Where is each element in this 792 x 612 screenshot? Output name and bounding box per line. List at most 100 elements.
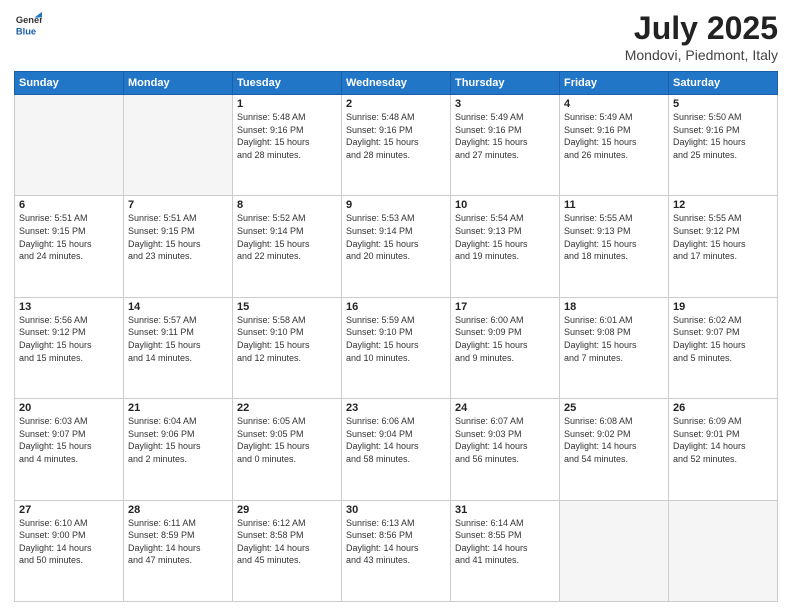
table-cell: 27Sunrise: 6:10 AM Sunset: 9:00 PM Dayli… bbox=[15, 500, 124, 601]
table-cell: 5Sunrise: 5:50 AM Sunset: 9:16 PM Daylig… bbox=[669, 95, 778, 196]
day-number: 3 bbox=[455, 98, 555, 110]
day-info: Sunrise: 6:02 AM Sunset: 9:07 PM Dayligh… bbox=[673, 314, 773, 364]
day-info: Sunrise: 6:13 AM Sunset: 8:56 PM Dayligh… bbox=[346, 517, 446, 567]
day-number: 23 bbox=[346, 402, 446, 414]
day-info: Sunrise: 5:48 AM Sunset: 9:16 PM Dayligh… bbox=[346, 111, 446, 161]
table-cell: 31Sunrise: 6:14 AM Sunset: 8:55 PM Dayli… bbox=[451, 500, 560, 601]
day-number: 19 bbox=[673, 301, 773, 313]
day-info: Sunrise: 6:07 AM Sunset: 9:03 PM Dayligh… bbox=[455, 415, 555, 465]
day-number: 26 bbox=[673, 402, 773, 414]
week-row-4: 20Sunrise: 6:03 AM Sunset: 9:07 PM Dayli… bbox=[15, 399, 778, 500]
day-number: 22 bbox=[237, 402, 337, 414]
day-info: Sunrise: 6:11 AM Sunset: 8:59 PM Dayligh… bbox=[128, 517, 228, 567]
day-info: Sunrise: 6:10 AM Sunset: 9:00 PM Dayligh… bbox=[19, 517, 119, 567]
table-cell: 22Sunrise: 6:05 AM Sunset: 9:05 PM Dayli… bbox=[233, 399, 342, 500]
day-number: 2 bbox=[346, 98, 446, 110]
svg-text:Blue: Blue bbox=[16, 26, 36, 36]
table-cell: 12Sunrise: 5:55 AM Sunset: 9:12 PM Dayli… bbox=[669, 196, 778, 297]
header-sunday: Sunday bbox=[15, 72, 124, 95]
table-cell bbox=[560, 500, 669, 601]
calendar-location: Mondovi, Piedmont, Italy bbox=[625, 47, 778, 63]
title-block: July 2025 Mondovi, Piedmont, Italy bbox=[625, 10, 778, 63]
table-cell: 14Sunrise: 5:57 AM Sunset: 9:11 PM Dayli… bbox=[124, 297, 233, 398]
day-info: Sunrise: 5:55 AM Sunset: 9:13 PM Dayligh… bbox=[564, 212, 664, 262]
page-header: General Blue July 2025 Mondovi, Piedmont… bbox=[14, 10, 778, 63]
table-cell: 28Sunrise: 6:11 AM Sunset: 8:59 PM Dayli… bbox=[124, 500, 233, 601]
day-info: Sunrise: 5:51 AM Sunset: 9:15 PM Dayligh… bbox=[19, 212, 119, 262]
week-row-2: 6Sunrise: 5:51 AM Sunset: 9:15 PM Daylig… bbox=[15, 196, 778, 297]
table-cell: 23Sunrise: 6:06 AM Sunset: 9:04 PM Dayli… bbox=[342, 399, 451, 500]
table-cell: 29Sunrise: 6:12 AM Sunset: 8:58 PM Dayli… bbox=[233, 500, 342, 601]
day-info: Sunrise: 6:14 AM Sunset: 8:55 PM Dayligh… bbox=[455, 517, 555, 567]
day-number: 6 bbox=[19, 199, 119, 211]
day-number: 27 bbox=[19, 504, 119, 516]
table-cell: 25Sunrise: 6:08 AM Sunset: 9:02 PM Dayli… bbox=[560, 399, 669, 500]
header-friday: Friday bbox=[560, 72, 669, 95]
day-number: 28 bbox=[128, 504, 228, 516]
day-number: 20 bbox=[19, 402, 119, 414]
day-number: 1 bbox=[237, 98, 337, 110]
table-cell: 17Sunrise: 6:00 AM Sunset: 9:09 PM Dayli… bbox=[451, 297, 560, 398]
day-info: Sunrise: 6:06 AM Sunset: 9:04 PM Dayligh… bbox=[346, 415, 446, 465]
day-info: Sunrise: 5:59 AM Sunset: 9:10 PM Dayligh… bbox=[346, 314, 446, 364]
day-info: Sunrise: 5:52 AM Sunset: 9:14 PM Dayligh… bbox=[237, 212, 337, 262]
table-cell bbox=[124, 95, 233, 196]
day-number: 8 bbox=[237, 199, 337, 211]
day-number: 4 bbox=[564, 98, 664, 110]
table-cell: 21Sunrise: 6:04 AM Sunset: 9:06 PM Dayli… bbox=[124, 399, 233, 500]
day-info: Sunrise: 5:56 AM Sunset: 9:12 PM Dayligh… bbox=[19, 314, 119, 364]
header-saturday: Saturday bbox=[669, 72, 778, 95]
day-info: Sunrise: 6:09 AM Sunset: 9:01 PM Dayligh… bbox=[673, 415, 773, 465]
day-info: Sunrise: 5:51 AM Sunset: 9:15 PM Dayligh… bbox=[128, 212, 228, 262]
day-info: Sunrise: 6:05 AM Sunset: 9:05 PM Dayligh… bbox=[237, 415, 337, 465]
day-info: Sunrise: 5:53 AM Sunset: 9:14 PM Dayligh… bbox=[346, 212, 446, 262]
table-cell: 1Sunrise: 5:48 AM Sunset: 9:16 PM Daylig… bbox=[233, 95, 342, 196]
table-cell: 20Sunrise: 6:03 AM Sunset: 9:07 PM Dayli… bbox=[15, 399, 124, 500]
table-cell: 8Sunrise: 5:52 AM Sunset: 9:14 PM Daylig… bbox=[233, 196, 342, 297]
day-number: 18 bbox=[564, 301, 664, 313]
table-cell: 9Sunrise: 5:53 AM Sunset: 9:14 PM Daylig… bbox=[342, 196, 451, 297]
day-number: 9 bbox=[346, 199, 446, 211]
day-number: 17 bbox=[455, 301, 555, 313]
table-cell: 26Sunrise: 6:09 AM Sunset: 9:01 PM Dayli… bbox=[669, 399, 778, 500]
day-number: 11 bbox=[564, 199, 664, 211]
day-number: 30 bbox=[346, 504, 446, 516]
day-info: Sunrise: 5:49 AM Sunset: 9:16 PM Dayligh… bbox=[564, 111, 664, 161]
table-cell: 7Sunrise: 5:51 AM Sunset: 9:15 PM Daylig… bbox=[124, 196, 233, 297]
day-info: Sunrise: 5:55 AM Sunset: 9:12 PM Dayligh… bbox=[673, 212, 773, 262]
day-number: 31 bbox=[455, 504, 555, 516]
table-cell: 30Sunrise: 6:13 AM Sunset: 8:56 PM Dayli… bbox=[342, 500, 451, 601]
table-cell: 10Sunrise: 5:54 AM Sunset: 9:13 PM Dayli… bbox=[451, 196, 560, 297]
day-number: 25 bbox=[564, 402, 664, 414]
week-row-5: 27Sunrise: 6:10 AM Sunset: 9:00 PM Dayli… bbox=[15, 500, 778, 601]
table-cell: 6Sunrise: 5:51 AM Sunset: 9:15 PM Daylig… bbox=[15, 196, 124, 297]
day-number: 29 bbox=[237, 504, 337, 516]
table-cell: 15Sunrise: 5:58 AM Sunset: 9:10 PM Dayli… bbox=[233, 297, 342, 398]
header-thursday: Thursday bbox=[451, 72, 560, 95]
day-info: Sunrise: 6:04 AM Sunset: 9:06 PM Dayligh… bbox=[128, 415, 228, 465]
table-cell: 19Sunrise: 6:02 AM Sunset: 9:07 PM Dayli… bbox=[669, 297, 778, 398]
table-cell: 16Sunrise: 5:59 AM Sunset: 9:10 PM Dayli… bbox=[342, 297, 451, 398]
logo: General Blue bbox=[14, 10, 42, 38]
day-number: 21 bbox=[128, 402, 228, 414]
day-info: Sunrise: 5:49 AM Sunset: 9:16 PM Dayligh… bbox=[455, 111, 555, 161]
table-cell: 2Sunrise: 5:48 AM Sunset: 9:16 PM Daylig… bbox=[342, 95, 451, 196]
table-cell bbox=[669, 500, 778, 601]
day-info: Sunrise: 6:01 AM Sunset: 9:08 PM Dayligh… bbox=[564, 314, 664, 364]
days-header-row: Sunday Monday Tuesday Wednesday Thursday… bbox=[15, 72, 778, 95]
day-number: 5 bbox=[673, 98, 773, 110]
day-info: Sunrise: 6:03 AM Sunset: 9:07 PM Dayligh… bbox=[19, 415, 119, 465]
table-cell: 11Sunrise: 5:55 AM Sunset: 9:13 PM Dayli… bbox=[560, 196, 669, 297]
day-info: Sunrise: 6:08 AM Sunset: 9:02 PM Dayligh… bbox=[564, 415, 664, 465]
table-cell: 24Sunrise: 6:07 AM Sunset: 9:03 PM Dayli… bbox=[451, 399, 560, 500]
table-cell bbox=[15, 95, 124, 196]
day-number: 7 bbox=[128, 199, 228, 211]
day-number: 14 bbox=[128, 301, 228, 313]
day-number: 13 bbox=[19, 301, 119, 313]
day-number: 12 bbox=[673, 199, 773, 211]
table-cell: 18Sunrise: 6:01 AM Sunset: 9:08 PM Dayli… bbox=[560, 297, 669, 398]
calendar-table: Sunday Monday Tuesday Wednesday Thursday… bbox=[14, 71, 778, 602]
week-row-3: 13Sunrise: 5:56 AM Sunset: 9:12 PM Dayli… bbox=[15, 297, 778, 398]
table-cell: 4Sunrise: 5:49 AM Sunset: 9:16 PM Daylig… bbox=[560, 95, 669, 196]
day-number: 15 bbox=[237, 301, 337, 313]
